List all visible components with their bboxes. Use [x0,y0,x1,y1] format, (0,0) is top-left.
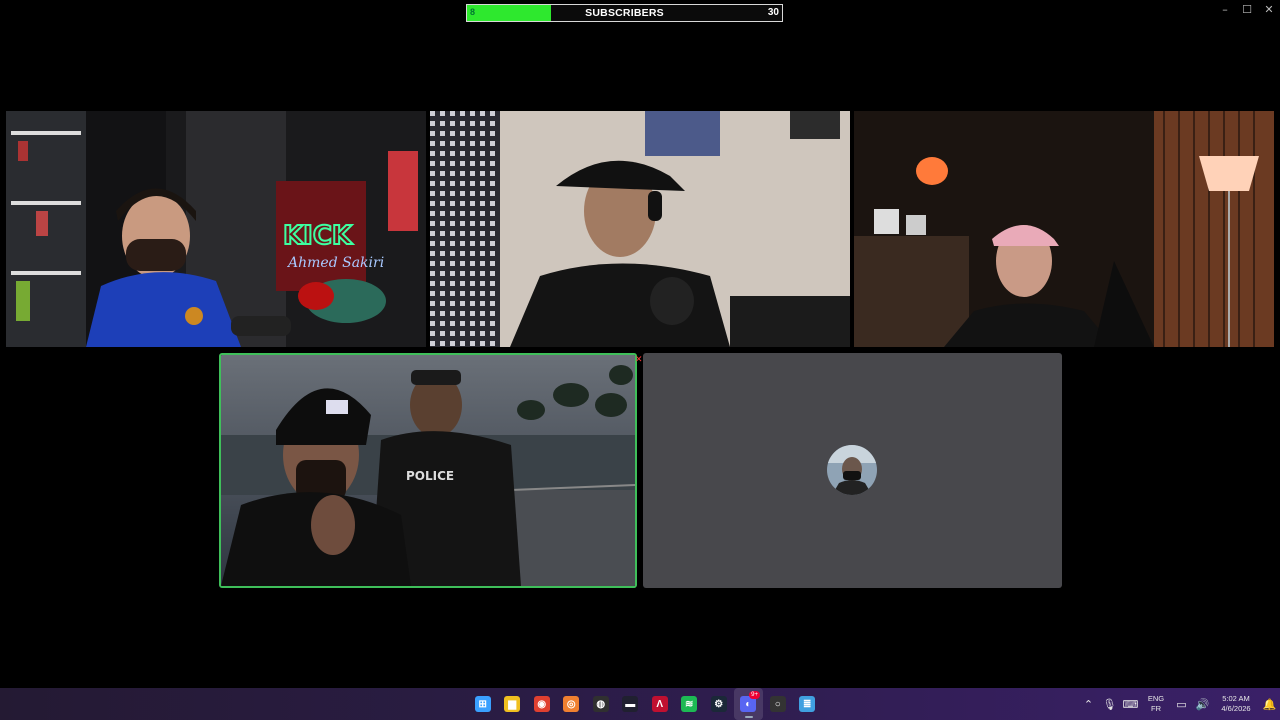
folder-icon: ▆ [504,696,521,712]
taskbar-app-file-explorer[interactable]: ▆ [498,688,528,720]
taskbar-app-app-dark[interactable]: ▬ [616,688,646,720]
circle-icon: ○ [769,696,786,712]
mask-icon: ▬ [622,696,639,712]
speaker-icon[interactable]: 🔊 [1192,688,1213,720]
notification-badge: 9+ [749,691,760,699]
taskbar-app-app-orange[interactable]: ◎ [557,688,587,720]
taskbar-app-app-circle[interactable]: ○ [763,688,793,720]
clock-time: 5:02 AM [1222,694,1250,703]
taskbar-app-app-red[interactable]: Λ [645,688,675,720]
clock-date: 4/6/2026 [1221,704,1251,713]
microphone-icon[interactable]: 🎙 [1099,688,1120,720]
svg-text:POLICE: POLICE [406,469,454,483]
obs-icon: ◍ [592,696,609,712]
video-tile-participant-1[interactable]: KICK Ahmed Sakiri [6,111,426,347]
window-controls: – ☐ ✕ [1214,0,1280,18]
svg-text:KICK: KICK [283,221,353,251]
steam-icon: ⚙ [710,696,727,712]
participant-avatar [827,445,877,495]
subscriber-goal-bar: 8 SUBSCRIBERS 30 [466,4,783,22]
language-indicator[interactable]: ENG FR [1141,694,1171,714]
taskbar-app-spotify[interactable]: ≋ [675,688,705,720]
taskbar-app-discord[interactable]: ◐ 9+ [733,688,763,720]
language-bottom: FR [1151,704,1161,713]
close-icon[interactable]: ✕ [1258,0,1280,18]
taskbar: ⊞ ▆ ◉ ◎ ◍ ▬ Λ ≋ ⚙ ◐ 9+ ○ ≣ ⌃ 🎙 ⌨ ENG FR ▭ 🔊 5:02 AM … [0,688,1280,720]
neon-sign-text: Ahmed Sakiri [286,255,384,271]
maximize-icon[interactable]: ☐ [1236,0,1258,18]
chevron-up-icon[interactable]: ⌃ [1078,688,1099,720]
stream-canvas: – ☐ ✕ 8 SUBSCRIBERS 30 KICK Ahmed Sakiri [0,0,1280,720]
speaker-indicator-icon: ✕ [635,355,643,365]
notification-icon[interactable]: 🔔 [1259,688,1280,720]
red-a-icon: Λ [651,696,668,712]
subscriber-goal-label: SUBSCRIBERS [585,7,664,19]
taskbar-app-chrome[interactable]: ◉ [527,688,557,720]
taskbar-apps: ⊞ ▆ ◉ ◎ ◍ ▬ Λ ≋ ⚙ ◐ 9+ ○ ≣ [468,688,822,720]
taskbar-app-steam[interactable]: ⚙ [704,688,734,720]
minimize-icon[interactable]: – [1214,0,1236,18]
taskbar-app-windows-start[interactable]: ⊞ [468,688,498,720]
video-tile-active-speaker[interactable]: POLICE [219,353,637,588]
language-top: ENG [1147,694,1165,703]
video-tile-participant-2[interactable] [430,111,850,347]
taskbar-app-obs[interactable]: ◍ [586,688,616,720]
keyboard-icon[interactable]: ⌨ [1120,688,1141,720]
orange-circle-icon: ◎ [563,696,580,712]
clock[interactable]: 5:02 AM 4/6/2026 [1213,694,1259,714]
windows-logo-icon: ⊞ [474,696,491,712]
system-tray: ⌃ 🎙 ⌨ ENG FR ▭ 🔊 5:02 AM 4/6/2026 🔔 [1078,688,1280,720]
subscriber-goal-target: 30 [767,7,779,18]
spotify-icon: ≋ [681,696,698,712]
taskbar-app-notepad[interactable]: ≣ [793,688,823,720]
notepad-icon: ≣ [799,696,816,712]
video-tile-participant-3[interactable] [854,111,1274,347]
chrome-icon: ◉ [533,696,550,712]
network-icon[interactable]: ▭ [1171,688,1192,720]
